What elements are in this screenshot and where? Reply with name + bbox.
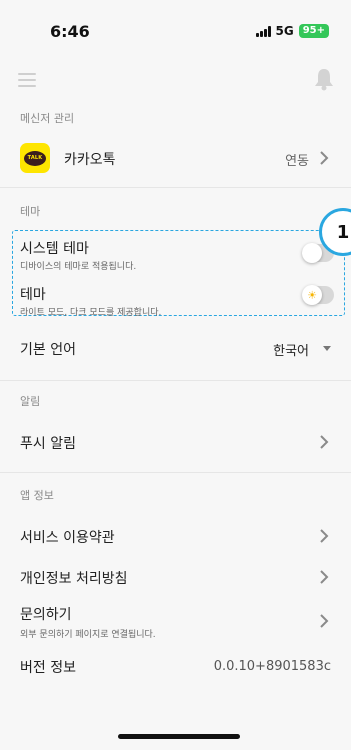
- language-select[interactable]: 한국어: [273, 340, 309, 359]
- status-indicators: 5G 95+: [255, 24, 329, 38]
- home-indicator: [118, 734, 240, 739]
- push-alert-item[interactable]: 푸시 알림: [20, 433, 76, 453]
- divider: [0, 380, 351, 381]
- status-bar: 6:46 5G 95+: [0, 0, 351, 60]
- chevron-right-icon[interactable]: [317, 151, 331, 165]
- section-label-alerts: 알림: [20, 395, 41, 408]
- inquiry-item[interactable]: 문의하기: [20, 604, 72, 624]
- version-value: 0.0.10+8901583c: [213, 659, 331, 674]
- section-label-app-info: 앱 정보: [20, 489, 54, 502]
- chevron-right-icon[interactable]: [317, 614, 331, 628]
- signal-icon: [255, 25, 271, 37]
- language-label: 기본 언어: [20, 342, 76, 358]
- chevron-down-icon[interactable]: [323, 346, 331, 351]
- system-theme-label: 시스템 테마: [20, 241, 89, 257]
- theme-label: 테마: [20, 287, 46, 303]
- kakaotalk-status: 연동: [285, 154, 309, 169]
- section-label-messenger: 메신저 관리: [20, 112, 75, 125]
- terms-item[interactable]: 서비스 이용약관: [20, 527, 115, 547]
- battery-icon: 95+: [298, 24, 329, 38]
- system-theme-description: 디바이스의 테마로 적용됩니다.: [20, 262, 137, 272]
- theme-toggle[interactable]: ☀: [302, 285, 334, 305]
- chevron-right-icon[interactable]: [317, 435, 331, 449]
- divider: [0, 187, 351, 188]
- kakaotalk-icon: TALK: [20, 143, 50, 173]
- app-header: [0, 64, 351, 96]
- privacy-item[interactable]: 개인정보 처리방침: [20, 568, 128, 588]
- kakaotalk-icon-text: TALK: [27, 155, 43, 161]
- chevron-right-icon[interactable]: [317, 570, 331, 584]
- version-label: 버전 정보: [20, 660, 76, 676]
- divider: [0, 472, 351, 473]
- chevron-right-icon[interactable]: [317, 529, 331, 543]
- status-time: 6:46: [50, 22, 90, 41]
- kakaotalk-label[interactable]: 카카오톡: [64, 149, 116, 169]
- network-type: 5G: [275, 24, 294, 38]
- sun-icon: ☀: [302, 285, 322, 305]
- inquiry-description: 외부 문의하기 페이지로 연결됩니다.: [20, 630, 156, 640]
- bell-icon[interactable]: [313, 67, 335, 91]
- hamburger-icon[interactable]: [18, 73, 36, 87]
- theme-description: 라이트 모드, 다크 모드를 제공합니다.: [20, 308, 162, 318]
- section-label-theme: 테마: [20, 205, 41, 218]
- toggle-knob: [302, 243, 322, 263]
